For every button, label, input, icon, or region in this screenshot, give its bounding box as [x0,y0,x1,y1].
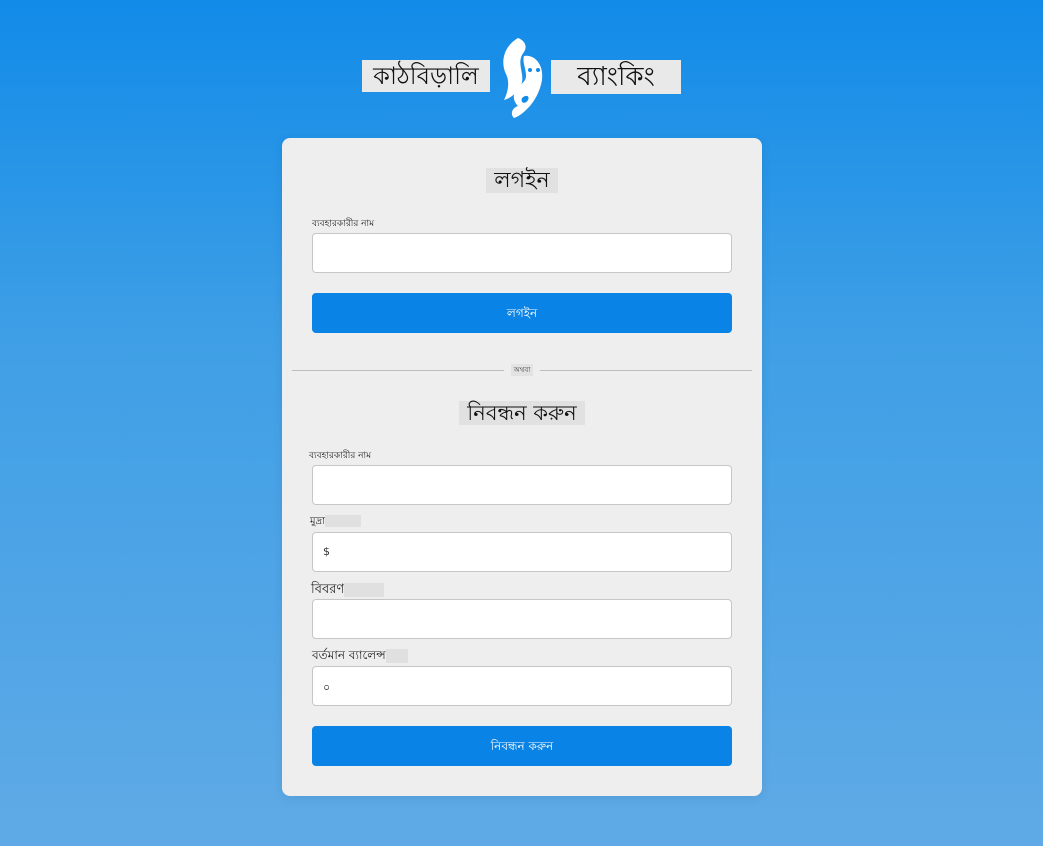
description-label: বিবরণ [311,580,385,601]
divider-line-right [540,370,752,371]
squirrel-icon [503,38,543,118]
balance-input[interactable]: ০ [312,666,732,706]
login-title: লগইন [282,168,762,194]
login-username-input[interactable] [312,233,732,273]
login-button[interactable]: লগইন [312,293,732,333]
currency-label: মুদ্রা [310,514,362,531]
auth-card: লগইন ব্যবহারকারীর নাম লগইন অথবা নিবন্ধন … [282,138,762,796]
header: কাঠবিড়ালি ব্যাংকিং [0,36,1043,120]
description-input[interactable] [312,599,732,639]
currency-input[interactable]: $ [312,532,732,572]
divider-text: অথবা [511,364,533,376]
brand-name-right: ব্যাংকিং [551,60,681,94]
login-username-label: ব্যবহারকারীর নাম [312,219,375,229]
divider-line-left [292,370,504,371]
register-title: নিবন্ধন করুন [282,400,762,426]
register-username-label: ব্যবহারকারীর নাম [309,451,372,461]
register-username-input[interactable] [312,465,732,505]
balance-label: বর্তমান ব্যালেন্স [312,647,408,667]
brand-name-left: কাঠবিড়ালি [362,60,490,92]
register-button[interactable]: নিবন্ধন করুন [312,726,732,766]
